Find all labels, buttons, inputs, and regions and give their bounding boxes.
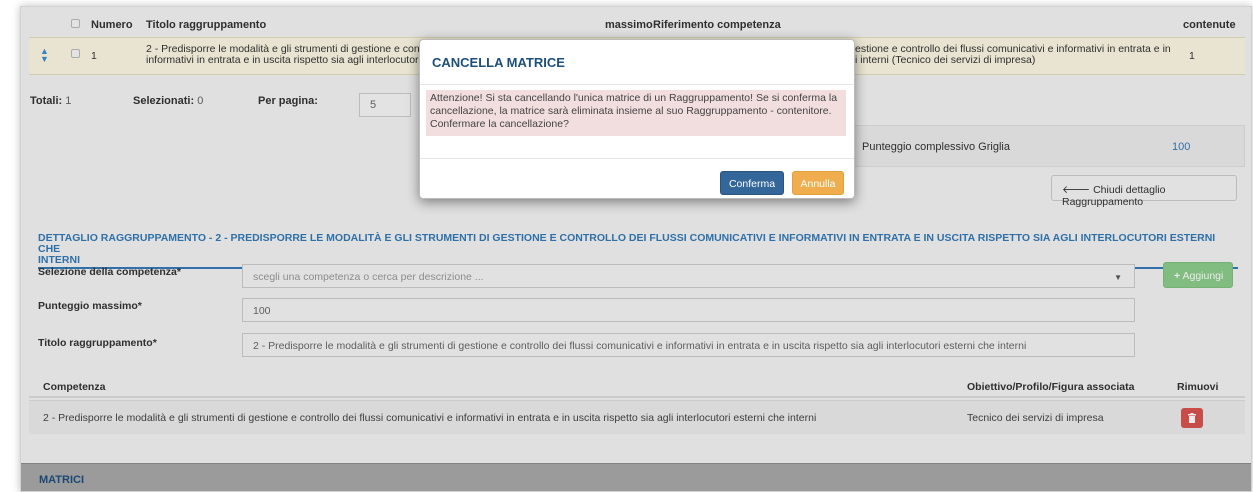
annulla-button[interactable]: Annulla: [792, 171, 844, 195]
main-area: Numero Titolo raggruppamento massimo Rif…: [21, 7, 1251, 491]
modal-message: Attenzione! Si sta cancellando l'unica m…: [426, 90, 846, 136]
modal-divider: [420, 158, 854, 159]
cancella-matrice-dialog: CANCELLA MATRICE Attenzione! Si sta canc…: [419, 39, 855, 199]
conferma-button[interactable]: Conferma: [720, 171, 784, 195]
modal-divider: [420, 84, 854, 85]
app-frame: Numero Titolo raggruppamento massimo Rif…: [20, 6, 1252, 492]
modal-title: CANCELLA MATRICE: [432, 55, 565, 70]
